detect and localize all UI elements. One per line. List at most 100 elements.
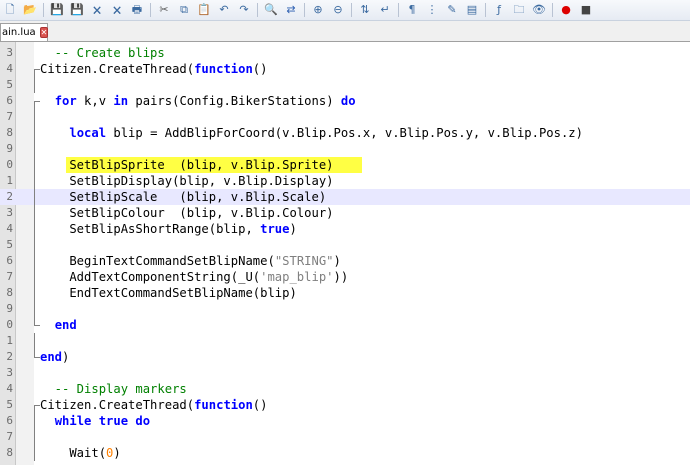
new-file-icon[interactable]: 🗋 — [3, 3, 17, 17]
code-line[interactable]: 6 BeginTextCommandSetBlipName("STRING") — [0, 253, 690, 269]
code-line[interactable]: 7 AddTextComponentString(_U('map_blip')) — [0, 269, 690, 285]
folder-as-workspace-icon[interactable]: 🗀 — [512, 3, 526, 17]
close-icon[interactable]: ✕ — [39, 27, 49, 38]
code-text: for k,v in pairs(Config.BikerStations) d… — [54, 94, 356, 108]
zoom-out-icon[interactable]: ⊖ — [331, 3, 345, 17]
code-line[interactable]: 5 Citizen.CreateThread(function() — [0, 397, 690, 413]
code-line[interactable]: 2 SetBlipScale (blip, v.Blip.Scale) — [0, 189, 690, 205]
code-line[interactable]: 6 while true do — [0, 413, 690, 429]
fold-toggle-icon[interactable] — [30, 397, 40, 413]
toolbar-separator — [257, 3, 258, 17]
close-icon[interactable]: 🗙 — [90, 3, 104, 17]
tab-bar: ain.lua ✕ — [0, 21, 690, 42]
close-all-icon[interactable]: 🗙 — [110, 3, 124, 17]
code-line[interactable]: 1 SetBlipDisplay(blip, v.Blip.Display) — [0, 173, 690, 189]
code-text: while true do — [54, 414, 151, 428]
code-line[interactable]: 3 — [0, 365, 690, 381]
open-file-icon[interactable]: 📂 — [23, 3, 37, 17]
code-text: end — [54, 318, 77, 332]
code-line[interactable]: 6 for k,v in pairs(Config.BikerStations)… — [0, 93, 690, 109]
line-number: 2 — [6, 190, 13, 203]
zoom-in-icon[interactable]: ⊕ — [311, 3, 325, 17]
fold-line — [30, 237, 38, 253]
function-list-icon[interactable]: ƒ — [492, 3, 506, 17]
line-number: 7 — [6, 270, 13, 283]
print-icon[interactable]: 🖶 — [130, 3, 144, 17]
code-line[interactable]: 7 — [0, 429, 690, 445]
show-all-chars-icon[interactable]: ¶ — [405, 3, 419, 17]
code-line[interactable]: 9 — [0, 141, 690, 157]
toolbar-separator — [150, 3, 151, 17]
stop-macro-icon[interactable]: ■ — [579, 3, 593, 17]
doc-map-icon[interactable]: ▤ — [465, 3, 479, 17]
cut-icon[interactable]: ✂ — [157, 3, 171, 17]
code-line[interactable]: 8 EndTextCommandSetBlipName(blip) — [0, 285, 690, 301]
code-line[interactable]: 0 SetBlipSprite (blip, v.Blip.Sprite) — [0, 157, 690, 173]
code-line[interactable]: 4 -- Display markers — [0, 381, 690, 397]
udl-icon[interactable]: ✎ — [445, 3, 459, 17]
paste-icon[interactable]: 📋 — [197, 3, 211, 17]
line-number: 5 — [6, 398, 13, 411]
code-text: EndTextCommandSetBlipName(blip) — [40, 286, 297, 300]
replace-icon[interactable]: ⇄ — [284, 3, 298, 17]
line-number: 3 — [6, 46, 13, 59]
toolbar-separator — [304, 3, 305, 17]
code-text: SetBlipSprite (blip, v.Blip.Sprite) — [40, 158, 334, 172]
code-line[interactable]: 7 — [0, 109, 690, 125]
code-line[interactable]: 4 Citizen.CreateThread(function() — [0, 61, 690, 77]
tab-main-lua[interactable]: ain.lua ✕ — [0, 23, 49, 41]
line-number: 7 — [6, 110, 13, 123]
line-number: 1 — [6, 334, 13, 347]
line-number: 2 — [6, 350, 13, 363]
code-text: Citizen.CreateThread(function() — [40, 398, 268, 412]
code-line[interactable]: 8 Wait(0) — [0, 445, 690, 461]
code-line[interactable]: 1 — [0, 333, 690, 349]
code-line[interactable]: 8 local blip = AddBlipForCoord(v.Blip.Po… — [0, 125, 690, 141]
code-line[interactable]: 4 SetBlipAsShortRange(blip, true) — [0, 221, 690, 237]
fold-line — [30, 413, 38, 429]
fold-toggle-icon[interactable] — [30, 93, 40, 109]
fold-line — [30, 253, 38, 269]
line-number: 4 — [6, 382, 13, 395]
sync-scroll-icon[interactable]: ⇅ — [358, 3, 372, 17]
code-line[interactable]: 5 — [0, 237, 690, 253]
code-line[interactable]: 5 — [0, 77, 690, 93]
code-text: end) — [40, 350, 70, 364]
code-text: Citizen.CreateThread(function() — [40, 62, 268, 76]
word-wrap-icon[interactable]: ↵ — [378, 3, 392, 17]
line-number: 0 — [6, 318, 13, 331]
fold-line — [30, 157, 38, 173]
code-line[interactable]: 3 -- Create blips — [0, 45, 690, 61]
code-line[interactable]: 3 SetBlipColour (blip, v.Blip.Colour) — [0, 205, 690, 221]
line-number: 6 — [6, 414, 13, 427]
monitor-icon[interactable]: 👁 — [532, 3, 546, 17]
redo-icon[interactable]: ↷ — [237, 3, 251, 17]
code-editor[interactable]: 3 -- Create blips 4 Citizen.CreateThread(f… — [0, 42, 690, 465]
fold-line — [30, 189, 38, 205]
line-number: 5 — [6, 238, 13, 251]
code-line[interactable]: 9 — [0, 301, 690, 317]
save-icon[interactable]: 💾 — [50, 3, 64, 17]
line-number: 5 — [6, 78, 13, 91]
find-icon[interactable]: 🔍 — [264, 3, 278, 17]
indent-guide-icon[interactable]: ⋮ — [425, 3, 439, 17]
undo-icon[interactable]: ↶ — [217, 3, 231, 17]
toolbar-separator — [485, 3, 486, 17]
code-line[interactable]: 2 end) — [0, 349, 690, 365]
save-all-icon[interactable]: 💾 — [70, 3, 84, 17]
tab-label: ain.lua — [2, 27, 36, 38]
fold-toggle-icon[interactable] — [30, 61, 40, 77]
line-number: 9 — [6, 302, 13, 315]
record-macro-icon[interactable]: ● — [559, 3, 573, 17]
fold-line — [30, 141, 38, 157]
code-text: -- Create blips — [40, 46, 165, 60]
fold-line — [30, 285, 38, 301]
copy-icon[interactable]: ⧉ — [177, 3, 191, 17]
fold-line — [30, 173, 38, 189]
code-text: SetBlipScale (blip, v.Blip.Scale) — [40, 190, 327, 204]
fold-line — [30, 269, 38, 285]
code-text: SetBlipDisplay(blip, v.Blip.Display) — [40, 174, 334, 188]
line-number: 3 — [6, 366, 13, 379]
line-number: 6 — [6, 94, 13, 107]
code-line[interactable]: 0 end — [0, 317, 690, 333]
